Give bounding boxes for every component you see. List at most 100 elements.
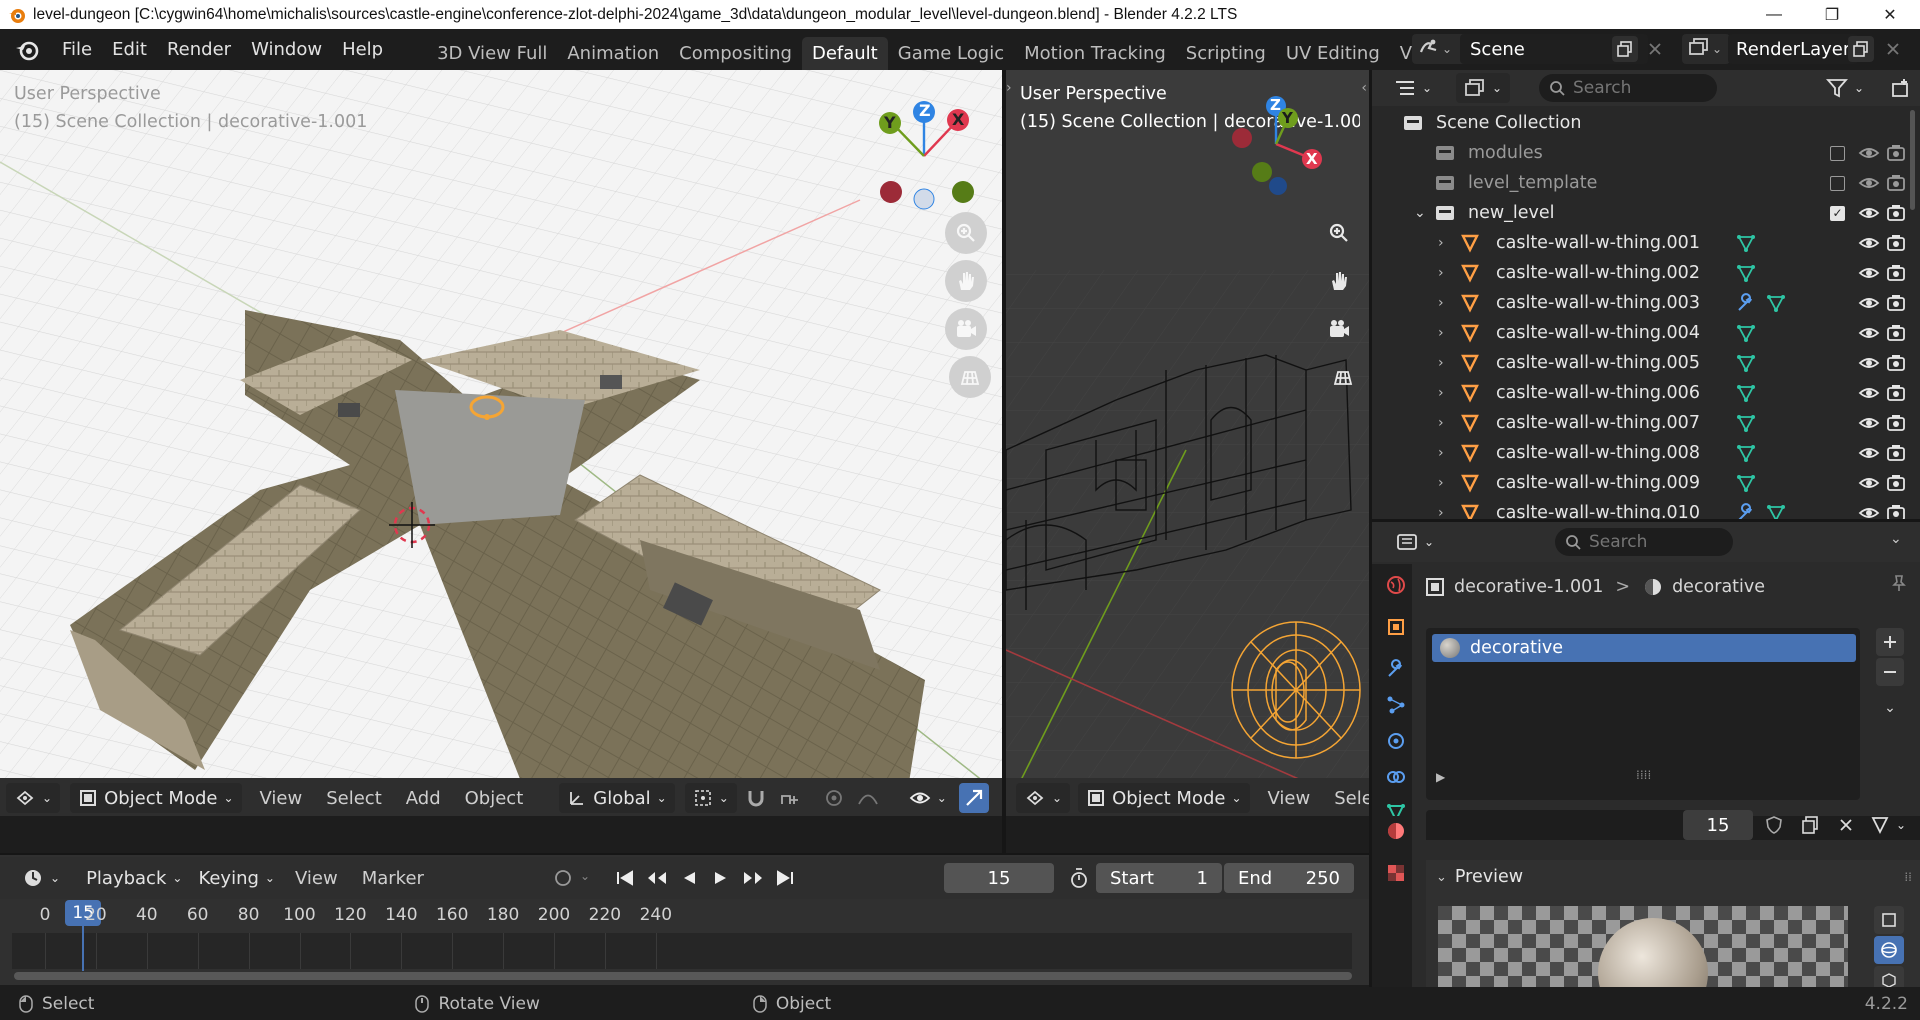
visibility-eye-icon[interactable] [1858, 235, 1880, 256]
close-window-button[interactable]: ✕ [1861, 0, 1919, 29]
visibility-eye-icon[interactable] [1858, 265, 1880, 286]
menu-view[interactable]: View [1256, 788, 1323, 809]
timeline-track-area[interactable] [12, 933, 1352, 969]
jump-keyframe-back-icon[interactable] [642, 863, 672, 893]
menu-render[interactable]: Render [157, 35, 241, 65]
outliner-row-object[interactable]: › caslte-wall-w-thing.003 [1372, 288, 1920, 318]
mesh-data-icon[interactable] [1766, 293, 1786, 318]
play-reverse-icon[interactable] [674, 863, 704, 893]
visibility-eye-icon[interactable] [1858, 505, 1880, 519]
outliner-row-object[interactable]: › caslte-wall-w-thing.010 [1372, 498, 1920, 519]
tab-world-icon[interactable] [1381, 570, 1411, 600]
menu-select[interactable]: Select [314, 788, 394, 809]
proportional-edit-icon[interactable] [819, 783, 849, 813]
expand-chevron-icon[interactable]: › [1438, 385, 1444, 401]
tab-particles-icon[interactable] [1381, 690, 1411, 720]
ortho-grid-icon[interactable] [949, 356, 991, 398]
add-slot-button[interactable] [1876, 628, 1904, 656]
toolbar-expand-icon[interactable]: › [1006, 80, 1012, 96]
end-frame-field[interactable]: End 250 [1224, 863, 1354, 893]
snap-target-icon[interactable] [775, 783, 805, 813]
visibility-eye-icon[interactable] [1858, 205, 1880, 226]
snap-magnet-icon[interactable] [741, 783, 771, 813]
mesh-data-icon[interactable] [1736, 443, 1756, 468]
tab-3d-view-full[interactable]: 3D View Full [427, 37, 557, 70]
visibility-eye-icon[interactable] [1858, 445, 1880, 466]
tab-physics-icon[interactable] [1381, 726, 1411, 756]
menu-view[interactable]: View [248, 788, 315, 809]
mesh-data-icon[interactable] [1736, 413, 1756, 438]
timeline-scrollbar[interactable] [14, 972, 1352, 980]
menu-marker[interactable]: Marker [350, 868, 436, 889]
preview-header[interactable]: ⌄ Preview ⁞⁞ [1426, 860, 1920, 894]
tab-motion-tracking[interactable]: Motion Tracking [1014, 37, 1176, 70]
render-camera-icon[interactable] [1886, 174, 1906, 197]
chevron-down-icon[interactable]: ⌄ [1890, 531, 1902, 547]
new-collection-icon[interactable] [1886, 73, 1916, 103]
outliner-search-input[interactable] [1573, 78, 1713, 98]
playback-dropdown[interactable]: Playback ⌄ [78, 863, 190, 893]
mesh-data-icon[interactable] [1766, 503, 1786, 519]
sidebar-expand-icon[interactable]: ‹ [1361, 80, 1367, 96]
navigation-gizmo[interactable] [1226, 94, 1336, 204]
maximize-button[interactable]: ❐ [1803, 0, 1861, 29]
outliner-row-scene-collection[interactable]: Scene Collection [1372, 108, 1920, 138]
menu-help[interactable]: Help [332, 35, 393, 65]
editor-type-dropdown[interactable]: ⌄ [1388, 527, 1442, 557]
render-camera-icon[interactable] [1886, 504, 1906, 519]
transform-orientation-dropdown[interactable]: Global ⌄ [559, 783, 675, 813]
auto-keying-icon[interactable] [548, 863, 578, 893]
outliner-search[interactable] [1539, 74, 1717, 102]
tab-game-logic[interactable]: Game Logic [888, 37, 1014, 70]
visibility-eye-icon[interactable] [1858, 415, 1880, 436]
view-layer-selector[interactable]: ⌄ [1682, 34, 1730, 64]
outliner-row-object[interactable]: › caslte-wall-w-thing.007 [1372, 408, 1920, 438]
jump-start-icon[interactable] [610, 863, 640, 893]
outliner-row-object[interactable]: › caslte-wall-w-thing.005 [1372, 348, 1920, 378]
resize-handle-icon[interactable]: ⁞⁞⁞⁞ [1636, 768, 1651, 782]
mesh-data-icon[interactable] [1736, 233, 1756, 258]
outliner-row-collection[interactable]: modules [1372, 138, 1920, 168]
material-users-count[interactable]: 15 [1683, 810, 1753, 840]
render-camera-icon[interactable] [1886, 354, 1906, 377]
tab-object-icon[interactable] [1381, 612, 1411, 642]
material-slot-item[interactable]: decorative [1432, 634, 1856, 662]
pivot-point-dropdown[interactable]: ⌄ [684, 783, 737, 813]
tab-scripting[interactable]: Scripting [1176, 37, 1276, 70]
expand-arrow-icon[interactable]: ▶ [1436, 770, 1445, 784]
visibility-eye-icon[interactable] [1858, 295, 1880, 316]
pin-icon[interactable] [1890, 574, 1908, 597]
current-frame-field[interactable]: 15 [944, 863, 1054, 893]
preview-flat-icon[interactable] [1874, 906, 1904, 934]
mesh-data-icon[interactable] [1736, 383, 1756, 408]
outliner-row-object[interactable]: › caslte-wall-w-thing.006 [1372, 378, 1920, 408]
visibility-eye-icon[interactable] [1858, 325, 1880, 346]
pan-hand-icon[interactable] [945, 260, 987, 302]
mesh-data-icon[interactable] [1736, 353, 1756, 378]
editor-type-dropdown[interactable]: ⌄ [14, 863, 68, 893]
menu-file[interactable]: File [52, 35, 102, 65]
exclude-checkbox[interactable] [1830, 176, 1845, 191]
viewport-wireframe[interactable]: User Perspective (15) Scene Collection |… [1006, 70, 1369, 816]
render-camera-icon[interactable] [1886, 444, 1906, 467]
expand-chevron-icon[interactable]: › [1438, 415, 1444, 431]
menu-view[interactable]: View [283, 868, 350, 889]
pan-hand-icon[interactable] [1318, 260, 1360, 302]
zoom-icon[interactable] [945, 212, 987, 254]
render-camera-icon[interactable] [1886, 264, 1906, 287]
tab-modifiers-icon[interactable] [1381, 654, 1411, 684]
mesh-data-icon[interactable] [1736, 323, 1756, 348]
camera-view-icon[interactable] [1318, 308, 1360, 350]
visibility-eye-icon[interactable] [1858, 355, 1880, 376]
visibility-eye-icon[interactable] [1858, 175, 1880, 196]
outliner-row-collection[interactable]: level_template [1372, 168, 1920, 198]
mesh-data-icon[interactable] [1736, 263, 1756, 288]
tab-constraints-icon[interactable] [1381, 762, 1411, 792]
expand-chevron-icon[interactable]: › [1438, 505, 1444, 519]
render-camera-icon[interactable] [1886, 144, 1906, 167]
display-mode-dropdown[interactable]: ⌄ [1386, 73, 1440, 103]
minimize-button[interactable]: — [1745, 0, 1803, 29]
blender-menu-icon[interactable] [14, 39, 40, 61]
outliner-row-collection[interactable]: ⌄ new_level ✓ [1372, 198, 1920, 228]
visibility-eye-icon[interactable] [1858, 475, 1880, 496]
